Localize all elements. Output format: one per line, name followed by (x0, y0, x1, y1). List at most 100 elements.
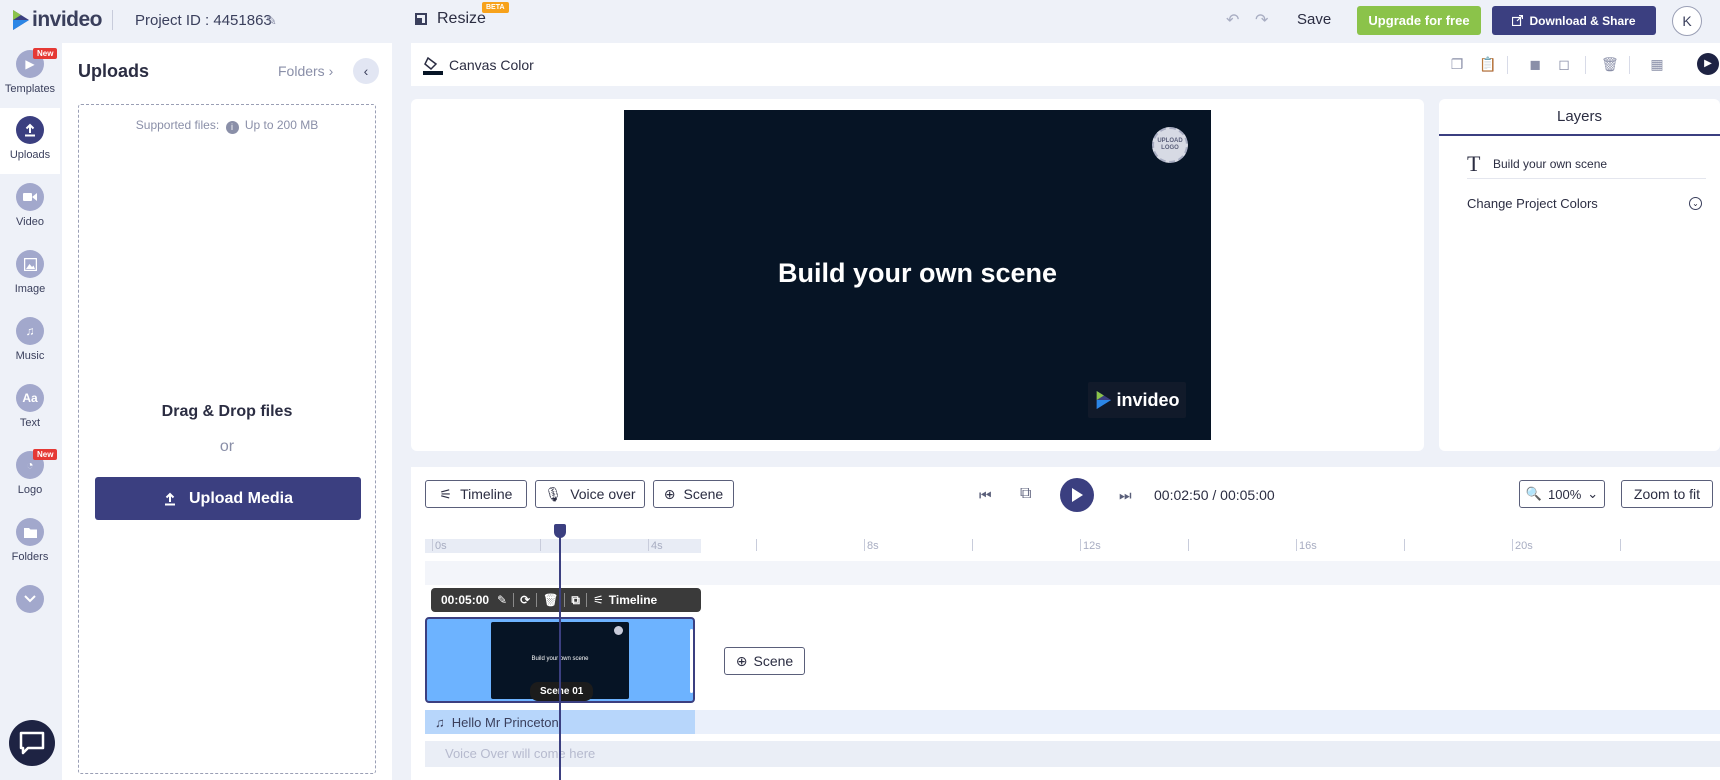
invideo-logo[interactable]: invideo (10, 8, 103, 32)
send-backward-icon[interactable]: ◻ (1556, 56, 1572, 72)
canvas-color-button[interactable]: Canvas Color (423, 55, 534, 75)
clip-timeline-icon[interactable]: ⚟ (593, 593, 604, 607)
chevron-down-icon (16, 585, 44, 613)
timecode: 00:02:50 / 00:05:00 (1154, 487, 1275, 503)
preview-scene-icon[interactable]: ⧉ (1020, 485, 1031, 503)
rail-label-uploads: Uploads (9, 149, 51, 161)
info-icon[interactable]: i (225, 121, 239, 134)
ruler-tick (1080, 539, 1081, 551)
rail-label-folders: Folders (11, 551, 49, 563)
rail-more-button[interactable] (0, 577, 60, 643)
upload-media-button[interactable]: Upload Media (95, 477, 361, 520)
invideo-logo-icon (1097, 391, 1112, 409)
scene-resize-handle[interactable] (690, 629, 693, 693)
rail-item-logo[interactable]: ◔ Logo New (0, 443, 60, 509)
ruler-tick (1296, 539, 1297, 551)
canvas-color-label: Canvas Color (449, 57, 534, 73)
copy-icon[interactable]: ❐ (1449, 56, 1465, 72)
voice-over-button[interactable]: 🎙 Voice over (535, 480, 645, 508)
undo-icon[interactable]: ↶ (1226, 10, 1239, 30)
supported-files: Supported files: i Up to 200 MB (79, 118, 375, 134)
new-badge: New (33, 48, 58, 59)
user-avatar[interactable]: K (1672, 6, 1702, 36)
playhead-handle[interactable] (554, 524, 566, 538)
rail-item-image[interactable]: Image (0, 242, 60, 308)
chevron-down-icon: ⌄ (1587, 486, 1599, 501)
rail-item-video[interactable]: Video (0, 175, 60, 241)
clip-duration: 00:05:00 (441, 593, 490, 607)
preview-panel: Build your own scene UPLOAD LOGO invideo (411, 99, 1424, 451)
clip-toolbar-separator (564, 593, 566, 607)
rail-label-image: Image (14, 283, 46, 295)
folders-link-label: Folders (278, 63, 325, 79)
paste-icon[interactable]: 📋 (1479, 56, 1496, 72)
zoom-select[interactable]: 🔍 100% ⌄ (1519, 480, 1605, 508)
time-ruler[interactable]: 0s 4s 8s 12s 16s 20s (425, 539, 1720, 553)
play-icon (1072, 488, 1083, 502)
play-button[interactable] (1060, 478, 1094, 512)
canvas-toolbar: Canvas Color ❐ 📋 ◼ ◻ 🗑 ▦ ▶ (411, 43, 1720, 86)
timeline-button[interactable]: ⚟ Timeline (425, 480, 527, 508)
change-project-colors[interactable]: Change Project Colors ⌄ (1467, 193, 1706, 213)
rail-item-templates[interactable]: ▶ Templates New (0, 42, 60, 108)
skip-back-icon[interactable]: ⏮ (979, 487, 992, 504)
clip-timeline-label[interactable]: Timeline (609, 593, 657, 607)
scene-clip-toolbar: 00:05:00 ✎ ⟳ 🗑 ⧉ ⚟ Timeline (431, 588, 701, 612)
music-track[interactable]: ♫ Hello Mr Princeton (425, 710, 1720, 734)
redo-icon[interactable]: ↷ (1255, 10, 1268, 30)
chevron-down-circle-icon: ⌄ (1689, 196, 1702, 210)
beta-badge: BETA (482, 2, 509, 13)
ruler-tick (972, 539, 973, 551)
overlay-track[interactable] (425, 561, 1720, 585)
transition-icon[interactable]: ⟳ (520, 593, 530, 607)
upload-icon (164, 492, 175, 505)
more-options-icon[interactable]: ▶ (1697, 53, 1719, 75)
rail-label-logo: Logo (17, 484, 43, 496)
upload-logo-placeholder[interactable]: UPLOAD LOGO (1152, 127, 1188, 163)
rail-item-text[interactable]: Aa Text (0, 376, 60, 442)
upgrade-button[interactable]: Upgrade for free (1357, 6, 1481, 35)
upload-icon (16, 116, 44, 144)
layer-item[interactable]: T Build your own scene (1467, 149, 1706, 179)
collapse-panel-button[interactable]: ‹ (353, 58, 379, 84)
rail-item-music[interactable]: ♫ Music (0, 309, 60, 375)
trash-icon[interactable]: 🗑 (1601, 56, 1619, 72)
skip-forward-icon[interactable]: ⏭ (1119, 487, 1132, 504)
save-button[interactable]: Save (1297, 11, 1331, 28)
resize-icon (415, 13, 427, 25)
ruler-tick (540, 539, 541, 551)
grid-icon[interactable]: ▦ (1649, 56, 1665, 72)
append-scene-label: Scene (753, 653, 794, 669)
chat-support-button[interactable] (9, 720, 55, 766)
left-nav-rail: ▶ Templates New Uploads Video Image ♫ Mu… (0, 40, 60, 780)
project-id: Project ID : 4451863 (135, 12, 272, 29)
scene-heading-text[interactable]: Build your own scene (624, 258, 1211, 289)
clip-toolbar-separator (513, 593, 515, 607)
delete-scene-icon[interactable]: 🗑 (543, 593, 558, 607)
top-header: invideo Project ID : 4451863 ✎ Resize BE… (0, 0, 1720, 40)
video-camera-icon (16, 183, 44, 211)
toolbar-separator (1629, 56, 1630, 74)
edit-duration-pencil-icon[interactable]: ✎ (497, 593, 507, 607)
ruler-label: 0s (435, 540, 447, 552)
logo-text: invideo (32, 8, 103, 31)
music-track-title: Hello Mr Princeton (451, 714, 559, 730)
download-share-button[interactable]: Download & Share (1492, 6, 1656, 35)
resize-button[interactable]: Resize (415, 10, 486, 28)
bring-forward-icon[interactable]: ◼ (1527, 56, 1543, 72)
drop-zone[interactable]: Supported files: i Up to 200 MB Drag & D… (78, 104, 376, 774)
ruler-tick (864, 539, 865, 551)
rail-item-uploads[interactable]: Uploads (0, 108, 60, 174)
rail-item-folders[interactable]: Folders (0, 510, 60, 576)
layers-tab[interactable]: Layers (1439, 99, 1720, 136)
add-scene-button[interactable]: ⊕ Scene (653, 480, 734, 508)
folders-link[interactable]: Folders › (278, 63, 333, 79)
edit-project-pencil-icon[interactable]: ✎ (266, 13, 277, 29)
duplicate-scene-icon[interactable]: ⧉ (571, 593, 580, 608)
zoom-to-fit-button[interactable]: Zoom to fit (1621, 480, 1713, 508)
scene-canvas[interactable]: Build your own scene UPLOAD LOGO invideo (624, 110, 1211, 440)
download-share-label: Download & Share (1529, 13, 1636, 28)
voiceover-track[interactable]: Voice Over will come here (425, 741, 1720, 767)
append-scene-button[interactable]: ⊕ Scene (724, 647, 805, 675)
toolbar-separator (1507, 56, 1508, 74)
